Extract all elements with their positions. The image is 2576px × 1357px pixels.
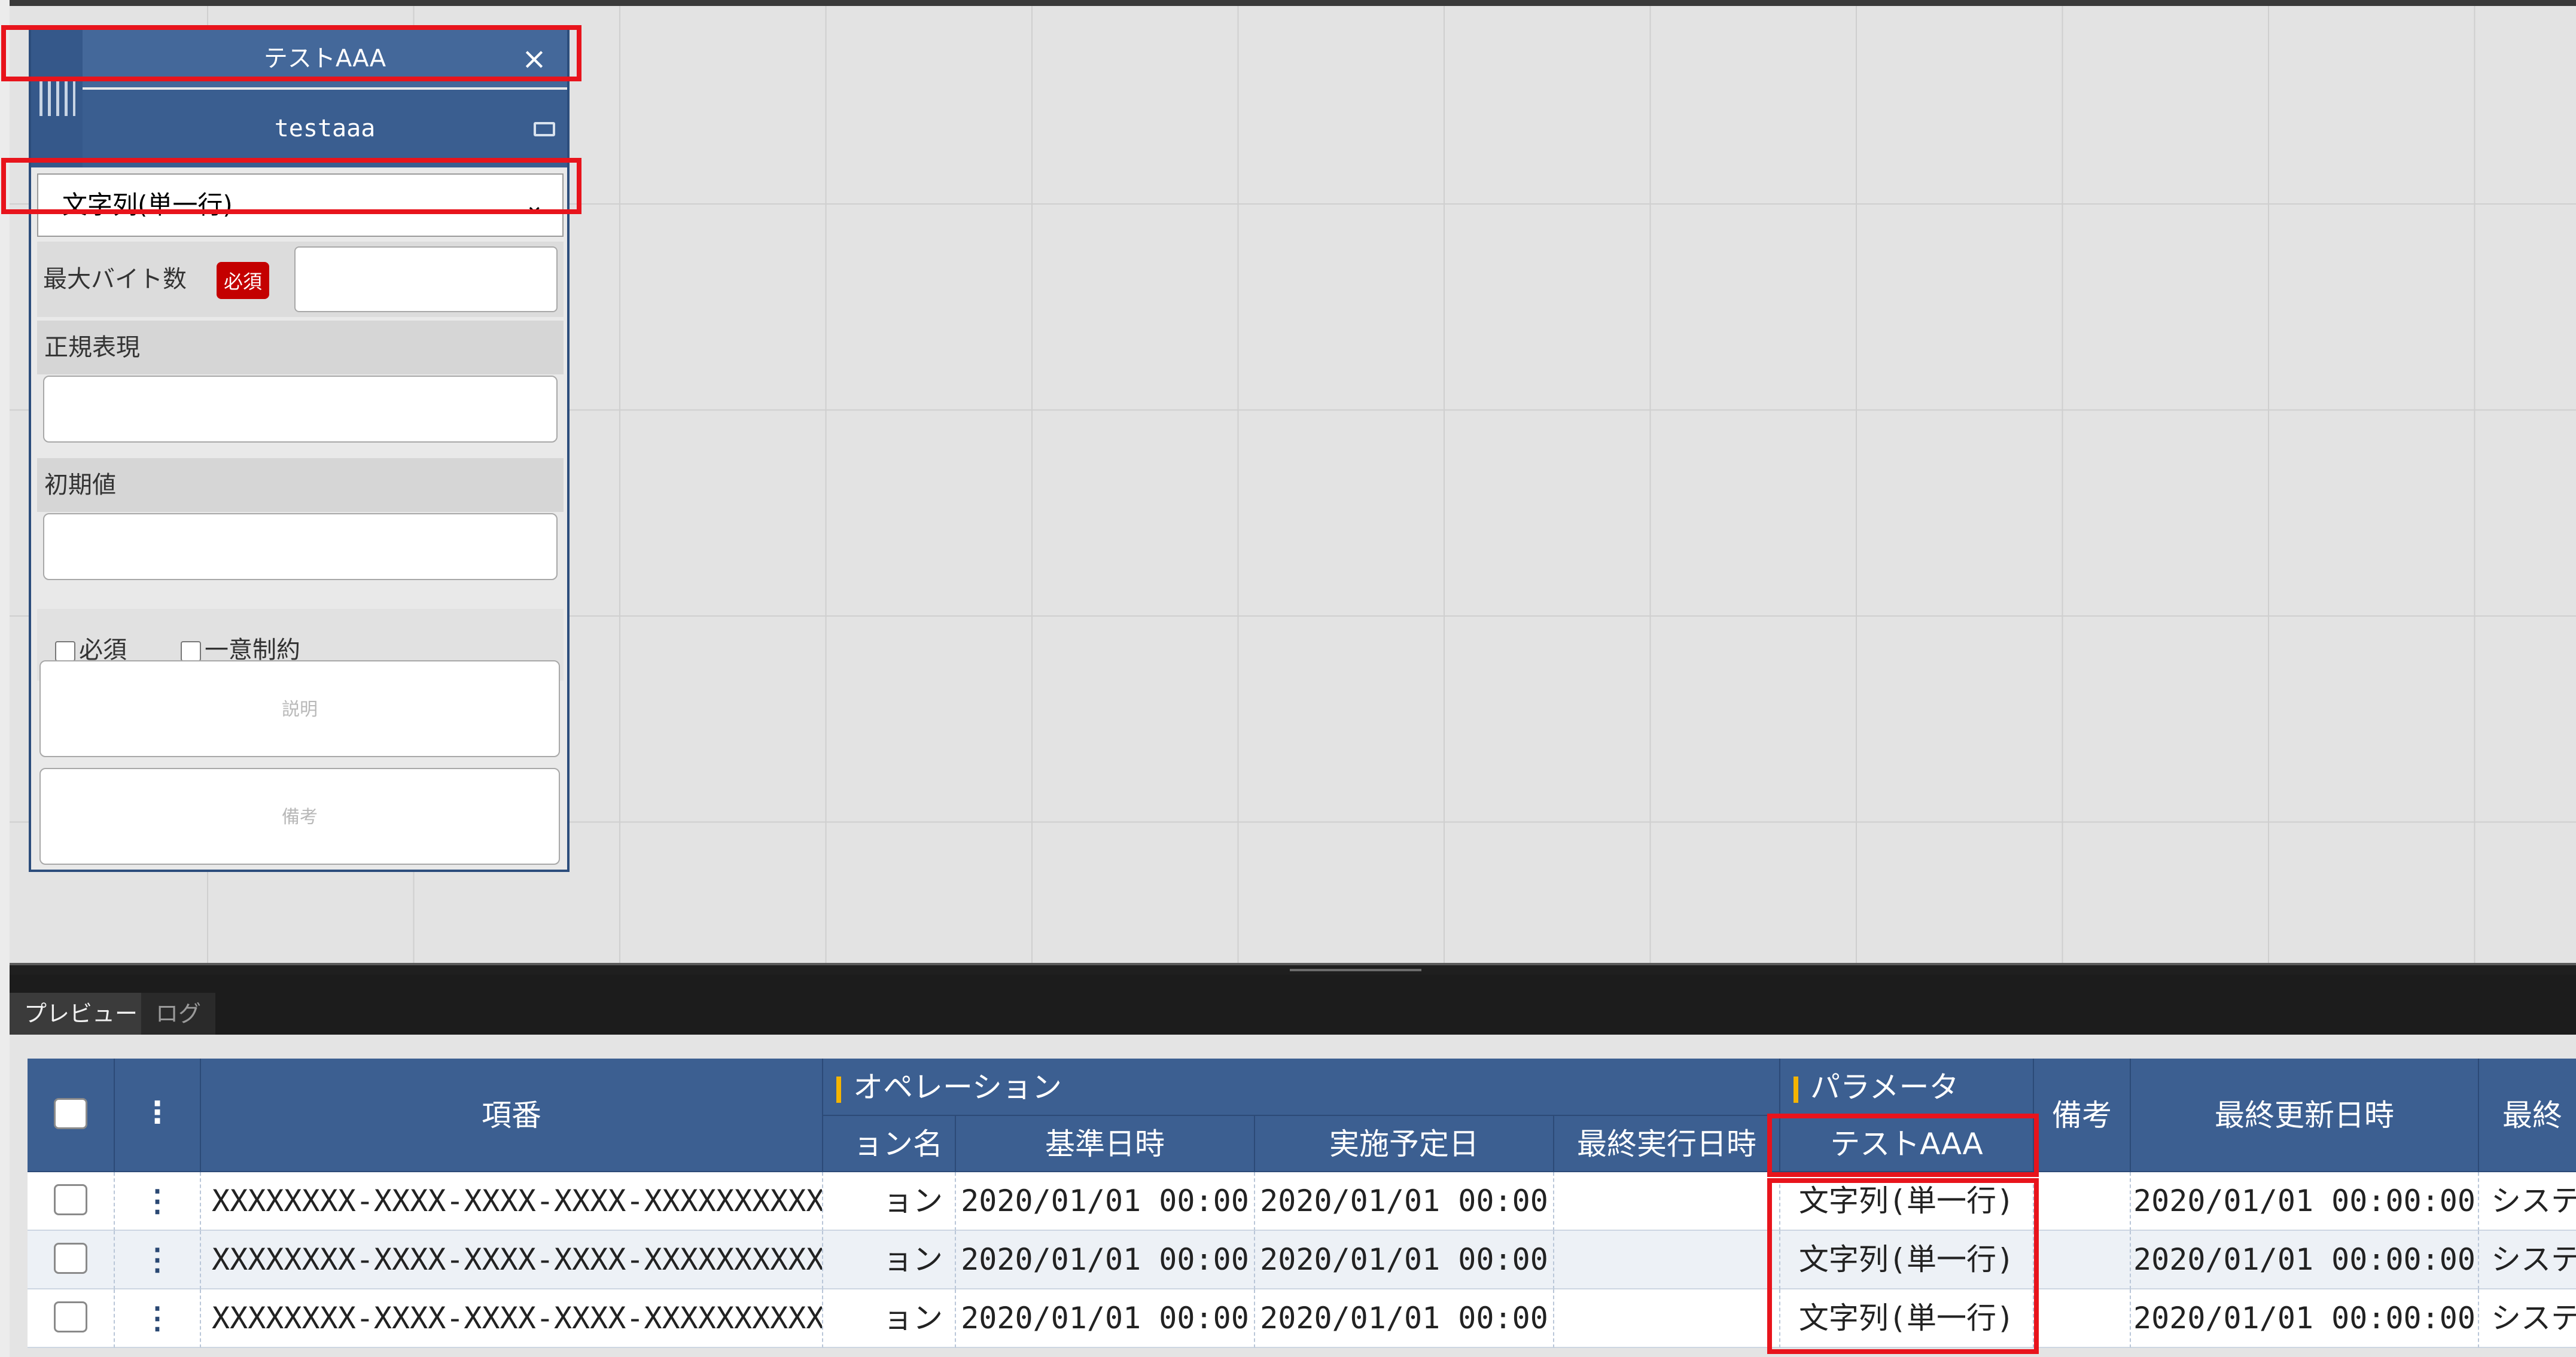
- cell-last-exec: [1554, 1231, 1780, 1289]
- grip-icon: [39, 78, 75, 116]
- group-bar: [1794, 1076, 1798, 1103]
- row-checkbox-cell: [28, 1231, 115, 1289]
- regex-label: 正規表現: [37, 321, 564, 374]
- header-operation-name[interactable]: ョン名: [823, 1116, 956, 1172]
- kebab-menu-icon[interactable]: ⋮: [142, 1301, 172, 1335]
- cell-last-updated: 2020/01/01 00:00:00: [2131, 1172, 2479, 1231]
- row-kebab-cell: ⋮: [115, 1172, 201, 1231]
- cell-operation-name: ョン: [823, 1231, 956, 1289]
- kebab-menu-icon[interactable]: ⋮: [142, 1095, 172, 1130]
- regex-input[interactable]: [43, 376, 558, 443]
- highlight-type-select: [1, 158, 581, 214]
- cell-last-updater: システ: [2479, 1172, 2576, 1231]
- highlight-test-aaa-cells: [1767, 1178, 2039, 1354]
- kebab-menu-icon[interactable]: ⋮: [142, 1242, 172, 1277]
- cell-base-datetime: 2020/01/01 00:00: [956, 1289, 1255, 1348]
- cell-operation-name: ョン: [823, 1289, 956, 1348]
- tab-log[interactable]: ログ: [141, 993, 216, 1035]
- max-bytes-row: 最大バイト数 必須: [37, 242, 564, 317]
- cell-remarks: [2034, 1231, 2131, 1289]
- kebab-header: ⋮: [115, 1059, 201, 1172]
- default-value-input[interactable]: [43, 513, 558, 580]
- row-checkbox[interactable]: [54, 1184, 87, 1215]
- header-item-no[interactable]: 項番: [201, 1059, 823, 1172]
- description-textarea[interactable]: 説明: [39, 660, 560, 757]
- cell-last-updated: 2020/01/01 00:00:00: [2131, 1289, 2479, 1348]
- highlight-panel-title: [1, 25, 581, 81]
- cell-last-exec: [1554, 1172, 1780, 1231]
- cell-last-updater: システ: [2479, 1231, 2576, 1289]
- cell-last-updated: 2020/01/01 00:00:00: [2131, 1231, 2479, 1289]
- cell-base-datetime: 2020/01/01 00:00: [956, 1231, 1255, 1289]
- cell-scheduled-date: 2020/01/01 00:00: [1255, 1289, 1554, 1348]
- header-last-updated[interactable]: 最終更新日時: [2131, 1059, 2479, 1172]
- row-kebab-cell: ⋮: [115, 1231, 201, 1289]
- preview-pane: ⋮ 項番 オペレーション パラメータ 備考 最終更新日時 最終 ョン名 基準日時…: [10, 1035, 2576, 1357]
- max-bytes-input[interactable]: [294, 246, 558, 312]
- row-checkbox[interactable]: [54, 1301, 87, 1332]
- row-checkbox-cell: [28, 1289, 115, 1348]
- select-all-header: [28, 1059, 115, 1172]
- cell-item-no: XXXXXXXX-XXXX-XXXX-XXXX-XXXXXXXXXXXX: [201, 1289, 823, 1348]
- header-remarks[interactable]: 備考: [2034, 1059, 2131, 1172]
- panel-splitter[interactable]: [10, 963, 2576, 975]
- cell-item-no: XXXXXXXX-XXXX-XXXX-XXXX-XXXXXXXXXXXX: [201, 1172, 823, 1231]
- group-bar: [836, 1076, 841, 1103]
- row-checkbox-cell: [28, 1172, 115, 1231]
- group-operation-label: オペレーション: [853, 1070, 1062, 1105]
- top-bar: [0, 0, 2576, 6]
- header-scheduled-date[interactable]: 実施予定日: [1255, 1116, 1554, 1172]
- checkbox-icon[interactable]: [55, 641, 75, 661]
- checkbox-icon[interactable]: [181, 641, 201, 661]
- header-base-datetime[interactable]: 基準日時: [956, 1116, 1255, 1172]
- row-kebab-cell: ⋮: [115, 1289, 201, 1348]
- panel-subtitle: testaaa: [274, 115, 376, 142]
- row-checkbox[interactable]: [54, 1243, 87, 1274]
- note-textarea[interactable]: 備考: [39, 768, 560, 865]
- panel-subtitle-bar: testaaa: [83, 90, 567, 167]
- default-value-label: 初期値: [37, 458, 564, 512]
- editor-canvas[interactable]: テストAAA × testaaa 文字列(単一行) ⌄ 最大バイト数 必須 正規…: [10, 6, 2576, 963]
- minimize-icon[interactable]: [534, 122, 555, 136]
- max-bytes-label: 最大バイト数: [43, 266, 187, 293]
- cell-last-updater: システ: [2479, 1289, 2576, 1348]
- cell-last-exec: [1554, 1289, 1780, 1348]
- cell-scheduled-date: 2020/01/01 00:00: [1255, 1231, 1554, 1289]
- cell-remarks: [2034, 1289, 2131, 1348]
- group-header-parameter: パラメータ: [1780, 1059, 2034, 1116]
- header-last-exec[interactable]: 最終実行日時: [1554, 1116, 1780, 1172]
- highlight-test-aaa-header: [1767, 1114, 2039, 1177]
- required-badge: 必須: [217, 262, 270, 299]
- tab-preview[interactable]: プレビュー: [10, 993, 153, 1035]
- group-header-operation: オペレーション: [823, 1059, 1780, 1116]
- select-all-checkbox[interactable]: [54, 1098, 87, 1129]
- kebab-menu-icon[interactable]: ⋮: [142, 1184, 172, 1218]
- header-last-updater[interactable]: 最終: [2479, 1059, 2576, 1172]
- cell-remarks: [2034, 1172, 2131, 1231]
- bottom-tab-bar: プレビュー ログ: [10, 975, 2576, 1035]
- group-parameter-label: パラメータ: [1810, 1070, 1959, 1105]
- cell-scheduled-date: 2020/01/01 00:00: [1255, 1172, 1554, 1231]
- splitter-knob[interactable]: [1290, 969, 1421, 971]
- column-property-panel[interactable]: テストAAA × testaaa 文字列(単一行) ⌄ 最大バイト数 必須 正規…: [29, 28, 570, 872]
- cell-operation-name: ョン: [823, 1172, 956, 1231]
- cell-base-datetime: 2020/01/01 00:00: [956, 1172, 1255, 1231]
- cell-item-no: XXXXXXXX-XXXX-XXXX-XXXX-XXXXXXXXXXXX: [201, 1231, 823, 1289]
